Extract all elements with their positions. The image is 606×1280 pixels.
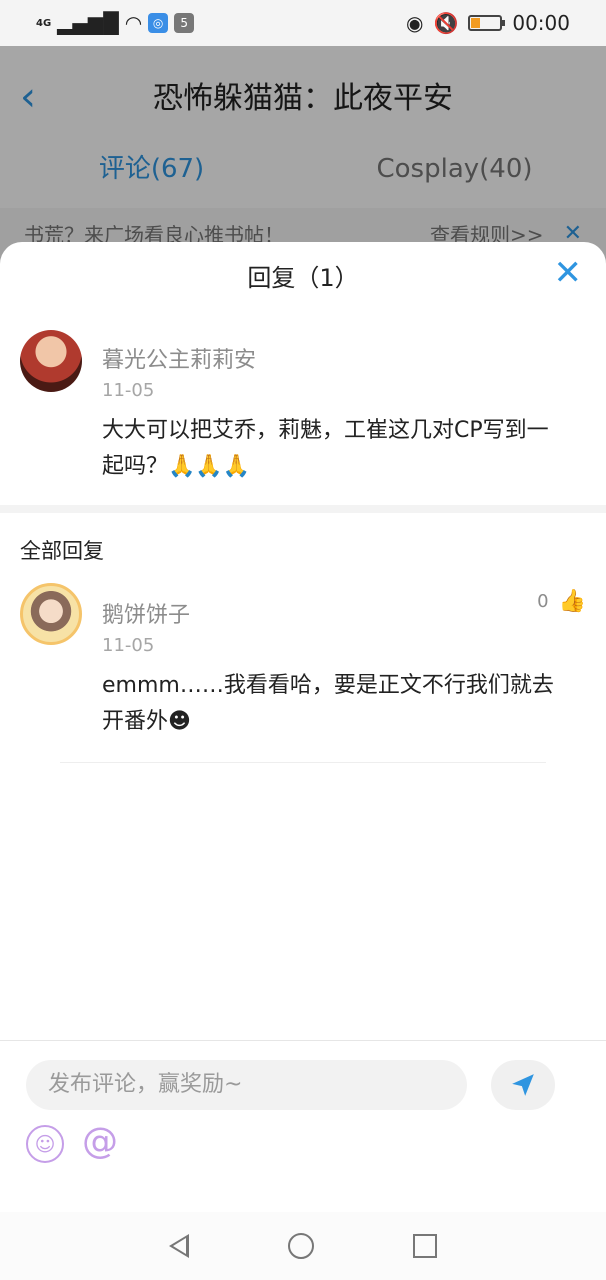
like-count: 0 [537,591,549,612]
app-notification-icon: ◎ [148,13,169,33]
comment-date: 11-05 [102,380,155,401]
mute-icon: 🔇 [433,11,459,35]
reply-author[interactable]: 鹅饼饼子 [102,583,582,628]
eye-icon: ◉ [406,11,424,35]
list-item: 鹅饼饼子 0 👍 11-05 emmm……我看看哈，要是正文不行我们就去开番外☻ [0,575,606,740]
reply-text: emmm……我看看哈，要是正文不行我们就去开番外☻ [102,673,554,734]
emoji-icon[interactable]: ☺ [26,1125,64,1163]
sheet-header: 回复（1） ✕ [0,242,606,308]
comment-input-bar: 发布评论，赢奖励~ ☺ @ [0,1040,606,1212]
like-button[interactable]: 0 👍 [537,589,586,614]
network-indicator: 4G [36,17,52,29]
nav-home-icon[interactable] [287,1233,314,1259]
status-left: 4G ▂▄▆█ ◠ ◎ 5 [36,11,195,35]
battery-icon [468,15,506,31]
status-right: ◉ 🔇 00:00 [406,11,570,35]
thumbs-up-icon[interactable]: 👍 [559,589,586,614]
nav-recent-icon[interactable] [412,1234,437,1258]
clock: 00:00 [512,11,570,35]
sheet-title: 回复（1） [247,263,359,292]
avatar[interactable] [20,330,82,392]
send-button[interactable] [491,1060,555,1110]
status-bar: 4G ▂▄▆█ ◠ ◎ 5 ◉ 🔇 00:00 [0,0,606,46]
send-icon [512,1074,534,1096]
section-separator [0,505,606,513]
navigation-bar [0,1212,606,1280]
reply-date: 11-05 [102,635,155,656]
pray-emoji: 🙏🙏🙏 [168,454,251,479]
comment-text: 大大可以把艾乔，莉魅，工崔这几对CP写到一起吗？🙏🙏🙏 [102,413,586,485]
comment-author[interactable]: 暮光公主莉莉安 [102,328,586,373]
comment-input[interactable]: 发布评论，赢奖励~ [26,1060,467,1110]
divider [60,762,546,763]
all-replies-heading: 全部回复 [20,539,104,563]
battery-level [471,18,481,28]
nav-back-icon[interactable] [169,1234,190,1258]
original-comment: 暮光公主莉莉安 11-05 大大可以把艾乔，莉魅，工崔这几对CP写到一起吗？🙏🙏… [0,308,606,485]
avatar[interactable] [20,583,82,645]
mention-icon[interactable]: @ [82,1121,118,1162]
signal-icon: ▂▄▆█ [57,11,119,35]
wifi-icon: ◠ [124,11,143,35]
close-icon[interactable]: ✕ [554,256,583,290]
notification-count-icon: 5 [174,13,195,33]
